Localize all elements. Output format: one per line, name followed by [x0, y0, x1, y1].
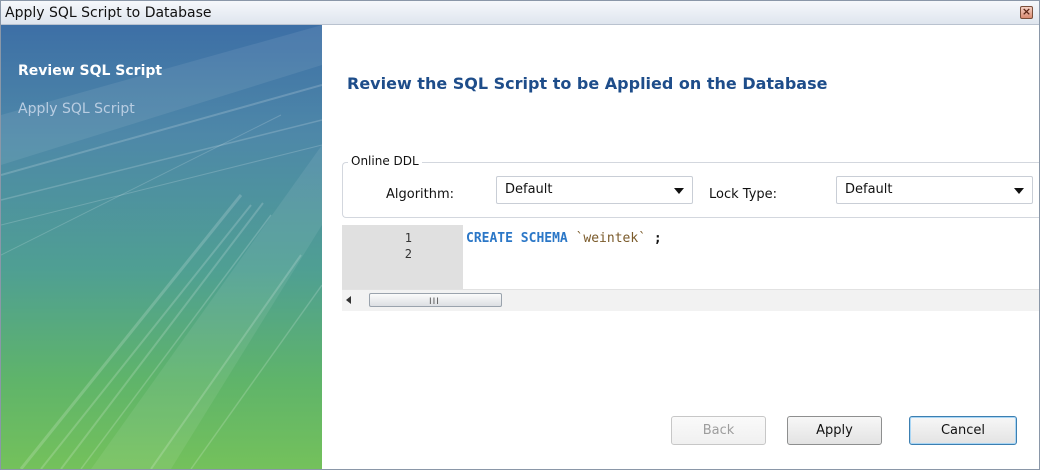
lock-type-value: Default — [845, 182, 893, 197]
algorithm-label: Algorithm: — [386, 187, 455, 202]
window-title: Apply SQL Script to Database — [5, 5, 212, 21]
close-icon[interactable]: × — [1021, 5, 1032, 18]
close-button[interactable]: × — [1020, 5, 1033, 19]
sidebar-decoration — [1, 25, 322, 469]
step-review-sql-script: Review SQL Script — [18, 63, 163, 79]
lock-type-label: Lock Type: — [709, 187, 778, 202]
title-bar: Apply SQL Script to Database × — [1, 1, 1039, 25]
scrollbar-grip: III — [429, 297, 440, 307]
sql-terminator: ; — [653, 231, 662, 246]
algorithm-select[interactable]: Default — [496, 176, 693, 204]
apply-sql-dialog: Apply SQL Script to Database × Review SQ… — [0, 0, 1040, 470]
line-number: 1 — [404, 231, 412, 245]
back-button[interactable]: Back — [671, 416, 766, 445]
cancel-button[interactable]: Cancel — [909, 416, 1017, 445]
step-apply-sql-script: Apply SQL Script — [18, 101, 135, 117]
line-number-gutter: 1 2 — [342, 225, 463, 289]
sql-identifier: `weintek` — [575, 231, 647, 246]
lock-type-select[interactable]: Default — [836, 176, 1033, 204]
chevron-down-icon[interactable] — [674, 188, 684, 194]
chevron-down-icon[interactable] — [1014, 188, 1024, 194]
sql-keyword: CREATE SCHEMA — [466, 231, 568, 246]
horizontal-scrollbar[interactable]: III — [342, 289, 1039, 311]
line-number: 2 — [404, 247, 412, 261]
code-line-1[interactable]: CREATE SCHEMA `weintek` ; — [466, 231, 662, 246]
scrollbar-thumb[interactable]: III — [369, 293, 502, 307]
page-title: Review the SQL Script to be Applied on t… — [347, 74, 828, 93]
online-ddl-legend: Online DDL — [348, 154, 422, 168]
sql-editor[interactable]: 1 2 CREATE SCHEMA `weintek` ; III — [342, 225, 1039, 312]
apply-button[interactable]: Apply — [787, 416, 882, 445]
algorithm-value: Default — [505, 182, 553, 197]
wizard-sidebar: Review SQL Script Apply SQL Script — [1, 25, 322, 469]
arrow-left-icon[interactable] — [346, 296, 351, 304]
online-ddl-group: Online DDL Algorithm: Default Lock Type:… — [342, 154, 1039, 218]
